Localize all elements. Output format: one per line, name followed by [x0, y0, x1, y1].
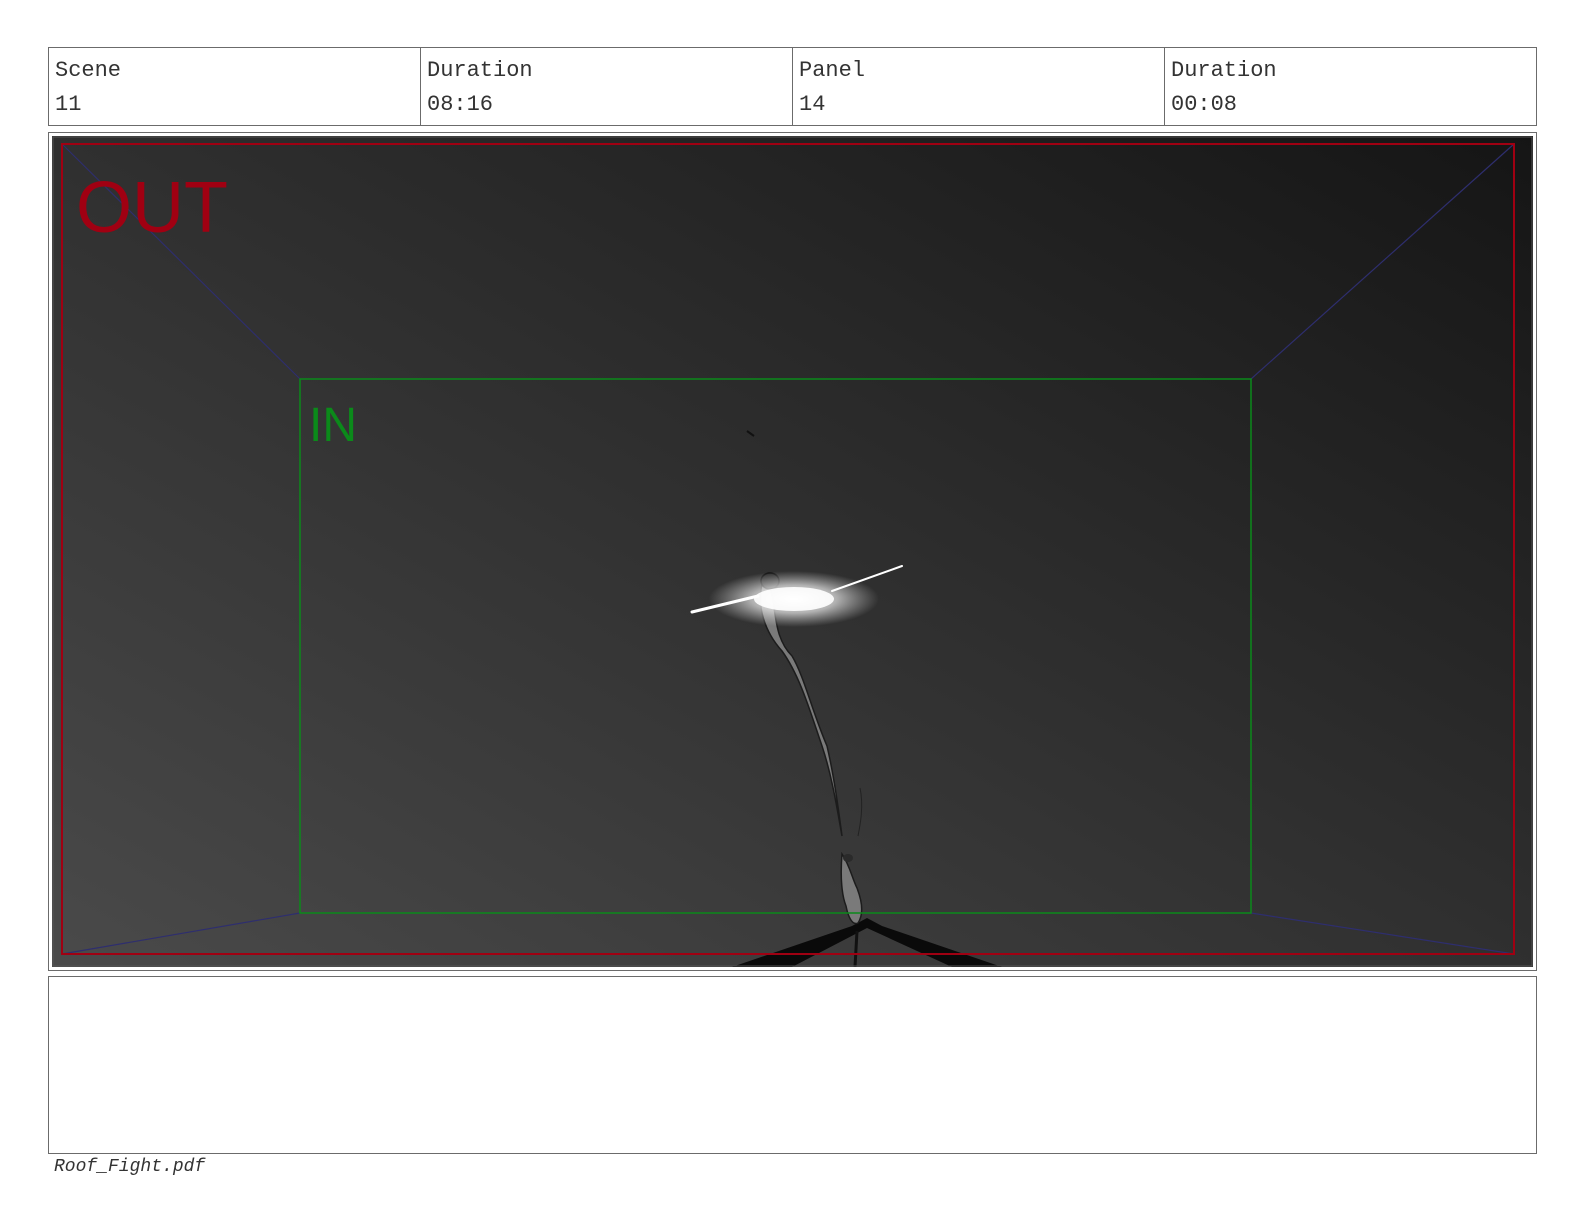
out-label: OUT: [76, 168, 228, 248]
panel-duration-label: Duration: [1171, 58, 1277, 83]
panel-duration-cell: Duration 00:08: [1165, 48, 1536, 125]
panel-value: 14: [799, 92, 826, 117]
storyboard-panel: IN OUT: [48, 132, 1537, 971]
scene-duration-cell: Duration 08:16: [421, 48, 793, 125]
scene-duration-label: Duration: [427, 58, 533, 83]
panel-label: Panel: [799, 58, 866, 83]
scene-cell: Scene 11: [49, 48, 421, 125]
panel-cell: Panel 14: [793, 48, 1165, 125]
panel-duration-value: 00:08: [1171, 92, 1238, 117]
panel-info-header: Scene 11 Duration 08:16 Panel 14 Duratio…: [48, 47, 1537, 126]
scene-value: 11: [55, 92, 82, 117]
panel-notes-box: [48, 976, 1537, 1154]
in-label: IN: [309, 399, 357, 452]
storyboard-drawing: IN OUT: [52, 136, 1533, 967]
panel-background: [52, 136, 1533, 967]
scene-duration-value: 08:16: [427, 92, 494, 117]
footer-filename: Roof_Fight.pdf: [54, 1157, 206, 1177]
scene-label: Scene: [55, 58, 122, 83]
